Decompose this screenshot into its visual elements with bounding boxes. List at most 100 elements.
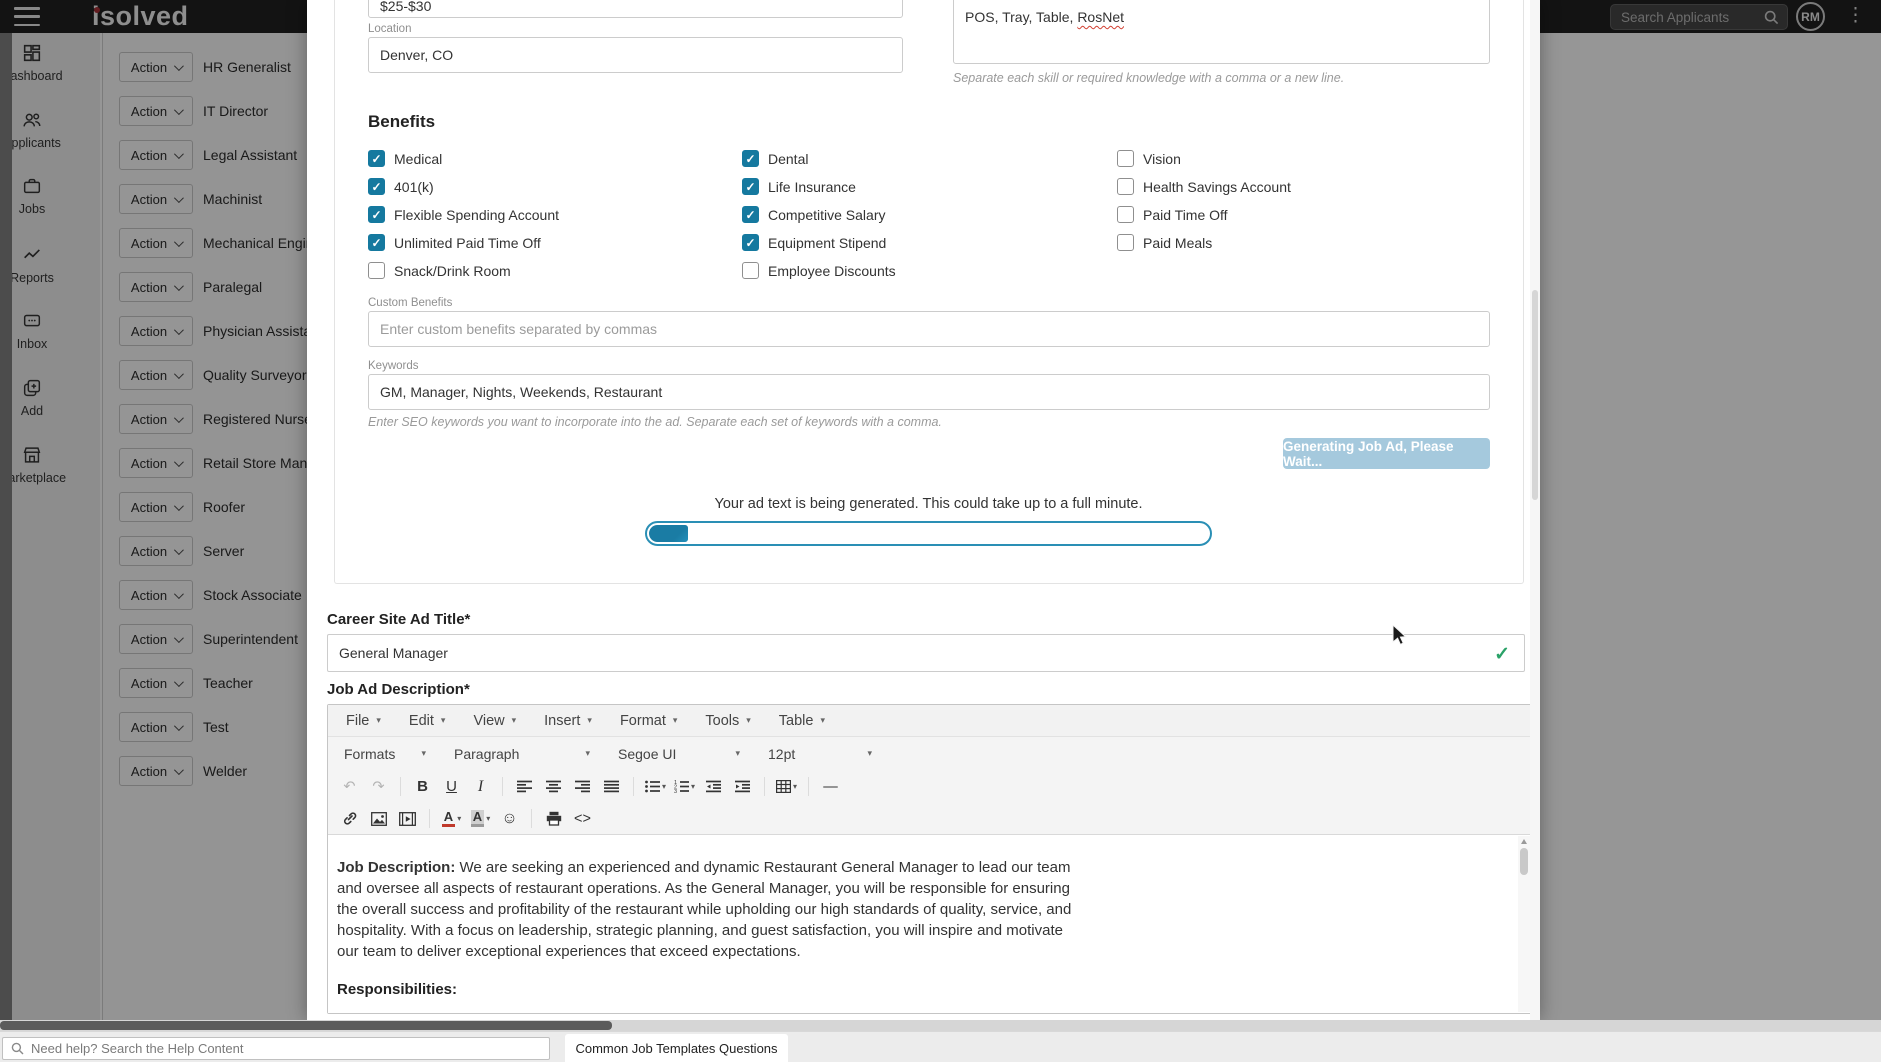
valid-check-icon: ✓ — [1494, 643, 1510, 666]
checkbox-checked-icon[interactable]: ✓ — [368, 234, 385, 251]
checkbox-unchecked-icon[interactable] — [1117, 234, 1134, 251]
benefit-checkbox-item[interactable]: Employee Discounts — [742, 262, 896, 279]
horizontal-scrollbar-thumb[interactable] — [0, 1021, 612, 1030]
checkbox-checked-icon[interactable]: ✓ — [368, 178, 385, 195]
location-label: Location — [368, 23, 411, 35]
redo-icon[interactable]: ↷ — [365, 775, 392, 799]
custom-benefits-input[interactable]: Enter custom benefits separated by comma… — [368, 311, 1490, 347]
custom-benefits-label: Custom Benefits — [368, 297, 452, 309]
progress-message: Your ad text is being generated. This co… — [645, 496, 1212, 512]
benefit-checkbox-item[interactable]: Paid Time Off — [1117, 206, 1291, 223]
generating-job-ad-button[interactable]: Generating Job Ad, Please Wait... — [1283, 438, 1490, 469]
search-icon — [11, 1042, 24, 1055]
italic-icon[interactable]: I — [467, 775, 494, 799]
benefits-heading: Benefits — [368, 112, 435, 132]
editor-menu-table[interactable]: Table▾ — [765, 705, 839, 736]
editor-scrollbar[interactable] — [1518, 836, 1530, 1012]
insert-media-icon[interactable] — [394, 807, 421, 831]
checkbox-unchecked-icon[interactable] — [1117, 178, 1134, 195]
checkbox-checked-icon[interactable]: ✓ — [742, 150, 759, 167]
benefit-label: Unlimited Paid Time Off — [394, 235, 541, 251]
benefit-checkbox-item[interactable]: ✓401(k) — [368, 178, 559, 195]
modal-scrollbar-thumb[interactable] — [1532, 290, 1538, 500]
salary-input[interactable]: $25-$30 — [368, 0, 903, 18]
editor-menu-tools[interactable]: Tools▾ — [691, 705, 764, 736]
common-questions-tab[interactable]: Common Job Templates Questions — [565, 1034, 788, 1062]
bold-icon[interactable]: B — [409, 775, 436, 799]
editor-menu-format[interactable]: Format▾ — [606, 705, 691, 736]
horizontal-rule-icon[interactable]: — — [817, 775, 844, 799]
paragraph-style-dropdown[interactable]: Paragraph▾ — [446, 742, 598, 766]
menu-label: Tools — [705, 713, 739, 729]
help-search-placeholder: Need help? Search the Help Content — [31, 1041, 243, 1056]
generating-button-label: Generating Job Ad, Please Wait... — [1283, 439, 1490, 469]
benefit-checkbox-item[interactable]: Health Savings Account — [1117, 178, 1291, 195]
checkbox-unchecked-icon[interactable] — [1117, 206, 1134, 223]
checkbox-unchecked-icon[interactable] — [1117, 150, 1134, 167]
underline-icon[interactable]: U — [438, 775, 465, 799]
scroll-up-arrow-icon[interactable] — [1521, 839, 1527, 844]
checkbox-checked-icon[interactable]: ✓ — [368, 150, 385, 167]
keywords-input[interactable]: GM, Manager, Nights, Weekends, Restauran… — [368, 374, 1490, 410]
benefit-checkbox-item[interactable]: ✓Medical — [368, 150, 559, 167]
align-center-icon[interactable] — [540, 775, 567, 799]
background-color-icon[interactable]: A▾ — [467, 807, 494, 831]
insert-table-icon[interactable]: ▾ — [773, 775, 800, 799]
horizontal-scrollbar[interactable] — [0, 1020, 1881, 1031]
editor-menu-insert[interactable]: Insert▾ — [530, 705, 606, 736]
menu-label: View — [473, 713, 504, 729]
job-ad-modal: $25-$30 Location Denver, CO POS, Tray, T… — [307, 0, 1540, 1020]
screen: isolved Search Applicants RM ⋮ Dashboard… — [0, 0, 1881, 1062]
source-code-icon[interactable]: <> — [569, 807, 596, 831]
benefit-checkbox-item[interactable]: ✓Competitive Salary — [742, 206, 896, 223]
editor-menu-view[interactable]: View ▾ — [459, 705, 530, 736]
benefit-checkbox-item[interactable]: ✓Life Insurance — [742, 178, 896, 195]
progress-bar — [645, 521, 1212, 546]
formats-dropdown[interactable]: Formats▾ — [336, 742, 434, 766]
benefit-checkbox-item[interactable]: ✓ Dental — [742, 150, 896, 167]
benefit-checkbox-item[interactable]: Vision — [1117, 150, 1291, 167]
benefit-checkbox-item[interactable]: ✓ Unlimited Paid Time Off — [368, 234, 559, 251]
insert-link-icon[interactable] — [336, 807, 363, 831]
career-site-ad-title-value: General Manager — [339, 645, 448, 661]
checkbox-checked-icon[interactable]: ✓ — [368, 206, 385, 223]
align-right-icon[interactable] — [569, 775, 596, 799]
editor-menu-edit[interactable]: Edit▾ — [395, 705, 460, 736]
checkbox-checked-icon[interactable]: ✓ — [742, 234, 759, 251]
benefits-column: Vision Health Savings Account Paid Time Of… — [1117, 150, 1291, 251]
bullet-list-icon[interactable]: ▾ — [642, 775, 669, 799]
undo-icon[interactable]: ↶ — [336, 775, 363, 799]
indent-icon[interactable] — [729, 775, 756, 799]
emoticons-icon[interactable]: ☺ — [496, 807, 523, 831]
location-input[interactable]: Denver, CO — [368, 37, 903, 73]
benefit-checkbox-item[interactable]: ✓Equipment Stipend — [742, 234, 896, 251]
modal-scrollbar[interactable] — [1530, 0, 1540, 1020]
benefit-checkbox-item[interactable]: Paid Meals — [1117, 234, 1291, 251]
font-size-dropdown[interactable]: 12pt▾ — [760, 742, 880, 766]
job-ad-description-label: Job Ad Description* — [327, 681, 470, 698]
help-search-input[interactable]: Need help? Search the Help Content — [2, 1037, 550, 1060]
benefit-checkbox-item[interactable]: Snack/Drink Room — [368, 262, 559, 279]
career-site-ad-title-input[interactable]: General Manager ✓ — [327, 634, 1525, 672]
checkbox-checked-icon[interactable]: ✓ — [742, 206, 759, 223]
career-site-ad-title-label: Career Site Ad Title* — [327, 611, 470, 628]
font-family-dropdown[interactable]: Segoe UI▾ — [610, 742, 748, 766]
editor-menu-file[interactable]: File▾ — [332, 705, 395, 736]
numbered-list-icon[interactable]: 123▾ — [671, 775, 698, 799]
checkbox-unchecked-icon[interactable] — [742, 262, 759, 279]
align-justify-icon[interactable] — [598, 775, 625, 799]
align-left-icon[interactable] — [511, 775, 538, 799]
checkbox-unchecked-icon[interactable] — [368, 262, 385, 279]
editor-content-area[interactable]: Job Description: We are seeking an exper… — [328, 835, 1531, 1013]
outdent-icon[interactable] — [700, 775, 727, 799]
keywords-value: GM, Manager, Nights, Weekends, Restauran… — [380, 384, 662, 400]
benefit-checkbox-item[interactable]: ✓Flexible Spending Account — [368, 206, 559, 223]
insert-image-icon[interactable] — [365, 807, 392, 831]
text-color-icon[interactable]: A▾ — [438, 807, 465, 831]
checkbox-checked-icon[interactable]: ✓ — [742, 178, 759, 195]
skills-textarea[interactable]: POS, Tray, Table, RosNet — [953, 0, 1490, 64]
editor-scrollbar-thumb[interactable] — [1520, 848, 1528, 875]
benefit-label: Dental — [768, 151, 808, 167]
print-icon[interactable] — [540, 807, 567, 831]
chevron-down-icon: ▾ — [512, 715, 517, 726]
